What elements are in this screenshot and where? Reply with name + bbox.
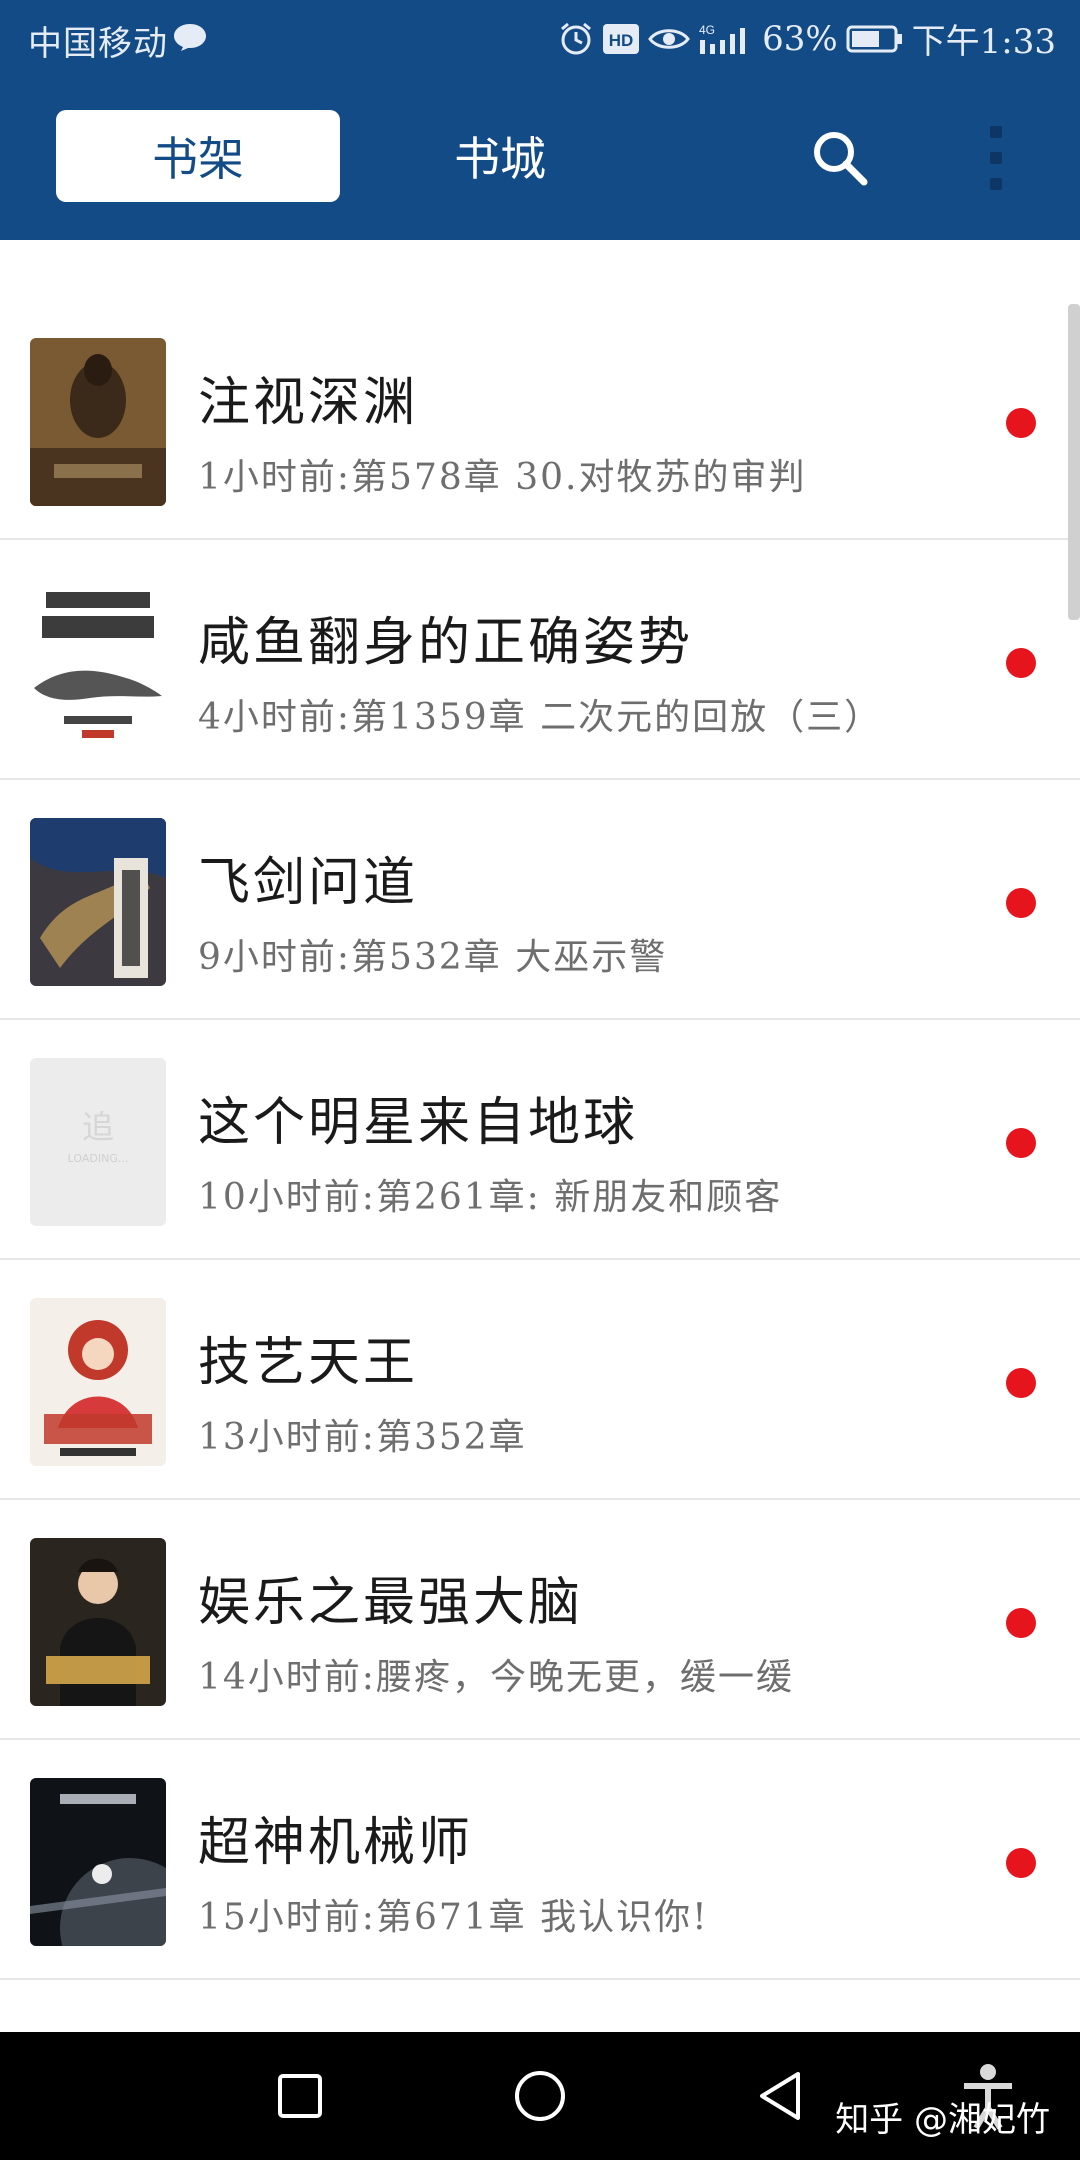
book-cover	[30, 1538, 166, 1706]
more-icon-dot	[990, 126, 1002, 138]
book-title: 咸鱼翻身的正确姿势	[198, 613, 694, 673]
watermark-text: 知乎 @湘妃竹	[835, 2100, 1050, 2140]
book-cover	[30, 578, 166, 746]
unread-badge	[1006, 1368, 1036, 1398]
app-header: 中国移动 HD 4G 63% 下午1:33 书架 书城	[0, 0, 1080, 240]
placeholder-caption: LOADING...	[68, 1152, 129, 1165]
book-list-item[interactable]: 技艺天王 13小时前:第352章	[0, 1260, 1080, 1500]
book-update-info: 4小时前:第1359章 二次元的回放（三）	[198, 697, 883, 738]
eye-icon	[648, 28, 690, 49]
more-icon-dot	[990, 152, 1002, 164]
book-update-info: 1小时前:第578章 30.对牧苏的审判	[198, 457, 807, 498]
back-icon[interactable]	[740, 2056, 820, 2136]
status-bar: 中国移动 HD 4G 63% 下午1:33	[0, 0, 1080, 76]
clock: 下午1:33	[911, 22, 1056, 62]
book-list-item[interactable]: 咸鱼翻身的正确姿势 4小时前:第1359章 二次元的回放（三）	[0, 540, 1080, 780]
system-nav-bar: 知乎 @湘妃竹	[0, 2032, 1080, 2160]
book-title: 这个明星来自地球	[198, 1093, 639, 1153]
unread-badge	[1006, 1128, 1036, 1158]
battery-percent: 63%	[762, 18, 838, 59]
book-title: 注视深渊	[198, 373, 419, 433]
book-list-item[interactable]: 超神机械师 15小时前:第671章 我认识你!	[0, 1740, 1080, 1980]
status-icons: HD 4G 63% 下午1:33	[558, 14, 1056, 63]
book-title: 飞剑问道	[198, 853, 419, 913]
book-list-item[interactable]: 注视深渊 1小时前:第578章 30.对牧苏的审判	[0, 300, 1080, 540]
carrier-name: 中国移动	[28, 24, 168, 64]
unread-badge	[1006, 888, 1036, 918]
alarm-icon	[561, 22, 592, 54]
book-cover	[30, 338, 166, 506]
book-list-item[interactable]: 娱乐之最强大脑 14小时前:腰疼，今晚无更，缓一缓	[0, 1500, 1080, 1740]
search-icon[interactable]	[808, 126, 872, 190]
svg-text:4G: 4G	[699, 23, 715, 37]
recent-apps-icon[interactable]	[260, 2056, 340, 2136]
book-update-info: 10小时前:第261章: 新朋友和顾客	[198, 1177, 783, 1218]
message-icon	[174, 24, 206, 51]
battery-icon	[846, 25, 902, 52]
book-title: 技艺天王	[198, 1333, 419, 1393]
book-title: 娱乐之最强大脑	[198, 1573, 584, 1633]
unread-badge	[1006, 1608, 1036, 1638]
book-update-info: 9小时前:第532章 大巫示警	[198, 937, 668, 978]
list-scrollbar[interactable]	[1068, 304, 1080, 620]
book-title: 超神机械师	[198, 1813, 474, 1873]
book-list: 注视深渊 1小时前:第578章 30.对牧苏的审判 咸鱼翻身的正确姿势 4小时前…	[0, 300, 1080, 1980]
book-update-info: 13小时前:第352章	[198, 1417, 527, 1458]
book-cover	[30, 818, 166, 986]
book-list-item[interactable]: 追 LOADING... 这个明星来自地球 10小时前:第261章: 新朋友和顾…	[0, 1020, 1080, 1260]
placeholder-logo: 追	[82, 1108, 114, 1146]
app-bar: 书架 书城	[0, 76, 1080, 240]
book-list-item[interactable]: 飞剑问道 9小时前:第532章 大巫示警	[0, 780, 1080, 1020]
hd-icon: HD	[603, 23, 640, 54]
book-cover-placeholder: 追 LOADING...	[30, 1058, 166, 1226]
unread-badge	[1006, 648, 1036, 678]
more-icon[interactable]	[976, 122, 1016, 194]
tab-bookstore[interactable]: 书城	[400, 110, 600, 202]
book-cover	[30, 1778, 166, 1946]
unread-badge	[1006, 1848, 1036, 1878]
tab-bookshelf[interactable]: 书架	[56, 110, 340, 202]
more-icon-dot	[990, 178, 1002, 190]
book-cover	[30, 1298, 166, 1466]
home-icon[interactable]	[500, 2056, 580, 2136]
unread-badge	[1006, 408, 1036, 438]
book-update-info: 15小时前:第671章 我认识你!	[198, 1897, 709, 1938]
book-update-info: 14小时前:腰疼，今晚无更，缓一缓	[198, 1657, 794, 1698]
signal-4g-icon: 4G	[699, 23, 746, 54]
svg-text:HD: HD	[609, 31, 634, 50]
